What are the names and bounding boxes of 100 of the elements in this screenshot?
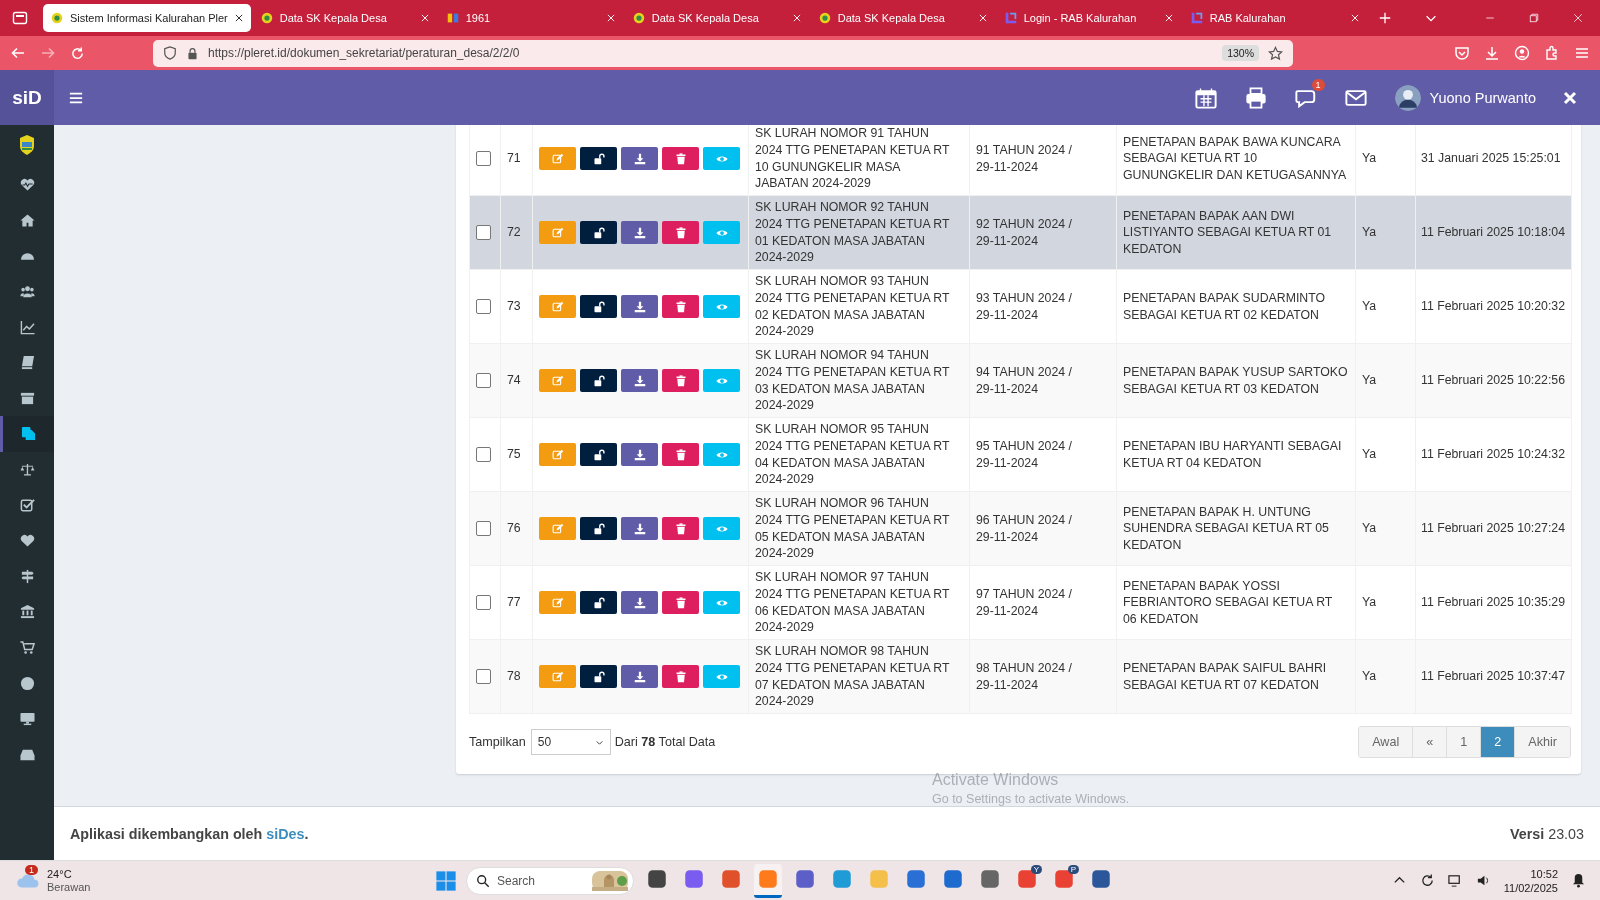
delete-button[interactable]	[662, 369, 699, 392]
unlock-button[interactable]	[580, 665, 617, 688]
printer-icon[interactable]	[1244, 86, 1267, 109]
unlock-icon	[592, 596, 605, 609]
table-row[interactable]	[469, 125, 1572, 196]
address-bar[interactable]: https://pleret.id/dokumen_sekretariat/peraturan_desa/2/2/0 130%	[153, 39, 1293, 67]
download-button[interactable]	[621, 665, 658, 688]
sync-icon[interactable]	[1419, 873, 1435, 888]
unlock-button[interactable]	[580, 295, 617, 318]
table-row[interactable]	[469, 343, 1572, 418]
logo-icon	[631, 11, 646, 25]
unlock-button[interactable]	[580, 517, 617, 540]
taskbar-app[interactable]: P	[1050, 863, 1078, 898]
table-row[interactable]	[469, 639, 1572, 714]
download-icon	[633, 596, 646, 609]
delete-button[interactable]	[662, 147, 699, 170]
checkbox[interactable]	[476, 225, 491, 241]
browser-tab[interactable]: Data SK Kepala Desa	[810, 4, 995, 32]
reload-icon[interactable]	[70, 45, 85, 61]
browser-tab[interactable]: 1961	[438, 4, 623, 32]
clock-time[interactable]: 10:52	[1530, 866, 1558, 881]
checkbox[interactable]	[476, 521, 491, 537]
menu-icon[interactable]	[69, 90, 83, 105]
checkbox[interactable]	[476, 151, 491, 167]
table-row[interactable]	[469, 195, 1572, 270]
taskbar-app[interactable]: Y	[1013, 863, 1041, 898]
account-icon[interactable]	[1514, 45, 1530, 61]
download-button[interactable]	[621, 591, 658, 614]
browser-tab[interactable]: Sistem Informasi Kalurahan Pler	[43, 4, 251, 32]
table-row[interactable]: 75 SK LURAH NOMOR 95 TAHUN 2024 TTG PENETAPAN KETUA RT 04 KEDATON MASA JABATAN 2024-2029 95 TAHUN 2024 / 29-11-2024 PENETAPAN IBU HARYANTI SEBAGAI KETUA RT 04 KEDATON Ya 11 Februari 2025 10:24:32	[469, 417, 1572, 492]
user-name[interactable]: Yuono Purwanto	[1429, 89, 1536, 106]
close-icon[interactable]	[233, 13, 244, 23]
download-button[interactable]	[621, 295, 658, 318]
download-button[interactable]	[621, 369, 658, 392]
clock-date[interactable]: 11/02/2025	[1503, 880, 1558, 895]
browser-tab[interactable]: Data SK Kepala Desa	[624, 4, 809, 32]
checkbox[interactable]	[476, 373, 491, 389]
star-icon[interactable]	[1268, 45, 1283, 61]
page-button[interactable]: 1	[1446, 727, 1481, 757]
puzzle-icon[interactable]	[1544, 45, 1560, 61]
checkbox[interactable]	[476, 447, 491, 463]
delete-button[interactable]	[662, 665, 699, 688]
browser-tab[interactable]: Data SK Kepala Desa	[252, 4, 437, 32]
sidebar-item[interactable]	[0, 416, 54, 452]
download-icon[interactable]	[1484, 45, 1500, 61]
users-icon	[19, 284, 35, 300]
bracket-icon	[1003, 11, 1018, 25]
browser-tab[interactable]: RAB Kalurahan	[1182, 4, 1367, 32]
plus-icon[interactable]	[1377, 11, 1392, 25]
delete-button[interactable]	[662, 443, 699, 466]
delete-button[interactable]	[662, 221, 699, 244]
table-cell: 72	[500, 195, 533, 270]
delete-button[interactable]	[662, 591, 699, 614]
delete-button[interactable]	[662, 295, 699, 318]
unlock-button[interactable]	[580, 221, 617, 244]
table-cell: PENETAPAN BAPAK AAN DWI LISTIYANTO SEBAGAI KETUA RT 01 KEDATON	[1116, 195, 1356, 270]
unlock-button[interactable]	[580, 591, 617, 614]
unlock-button[interactable]	[580, 443, 617, 466]
close-icon[interactable]	[1562, 89, 1578, 106]
avatar-icon	[1394, 84, 1421, 111]
menu-icon[interactable]	[1574, 45, 1590, 61]
link[interactable]: siDes	[266, 825, 305, 842]
page-button[interactable]: Akhir	[1514, 727, 1570, 757]
table-cell: PENETAPAN BAPAK YUSUP SARTOKO SEBAGAI KETUA RT 03 KEDATON	[1116, 343, 1356, 418]
table-row[interactable]	[469, 565, 1572, 640]
edit-icon	[551, 374, 564, 387]
unlock-button[interactable]	[580, 147, 617, 170]
restore-icon[interactable]	[1528, 12, 1540, 24]
download-button[interactable]	[621, 517, 658, 540]
bell-icon[interactable]	[1571, 873, 1586, 888]
app-icon	[1017, 869, 1037, 889]
taskbar-app[interactable]	[754, 863, 782, 898]
browser-tab[interactable]: Login - RAB Kalurahan	[996, 4, 1181, 32]
checkbox[interactable]	[476, 669, 491, 685]
table-row[interactable]	[469, 491, 1572, 566]
browser-menu-icon[interactable]	[12, 10, 28, 26]
page-button[interactable]: «	[1412, 727, 1447, 757]
page-button[interactable]: Awal	[1359, 727, 1413, 757]
download-button[interactable]	[621, 443, 658, 466]
back-arrow-icon[interactable]	[10, 45, 26, 61]
table-cell: 93 TAHUN 2024 / 29-11-2024	[969, 269, 1117, 344]
delete-button[interactable]	[662, 517, 699, 540]
download-button[interactable]	[621, 221, 658, 244]
table-cell: 97 TAHUN 2024 / 29-11-2024	[969, 565, 1117, 640]
lock-icon	[186, 46, 199, 60]
brand-logo[interactable]: siD	[0, 70, 54, 125]
table-row[interactable]: 73 SK LURAH NOMOR 93 TAHUN 2024 TTG PENETAPAN KETUA RT 02 KEDATON MASA JABATAN 2024-2029 93 TAHUN 2024 / 29-11-2024 PENETAPAN BAPAK SUDARMINTO SEBAGAI KETUA RT 02 KEDATON Ya 11 Februari 2025 10:20:32	[469, 269, 1572, 344]
pocket-icon[interactable]	[1454, 45, 1470, 61]
download-icon	[633, 152, 646, 165]
checkbox[interactable]	[476, 595, 491, 611]
page-button[interactable]: 2	[1480, 727, 1515, 757]
unlock-button[interactable]	[580, 369, 617, 392]
calendar-icon[interactable]	[1194, 86, 1217, 109]
windows-start-icon[interactable]	[435, 869, 457, 892]
download-button[interactable]	[621, 147, 658, 170]
checkbox[interactable]	[476, 299, 491, 315]
zoom-level[interactable]: 130%	[1222, 45, 1259, 61]
page-size-select[interactable]: 50	[530, 729, 611, 755]
check-square-icon	[19, 497, 35, 513]
book-icon	[19, 355, 35, 371]
